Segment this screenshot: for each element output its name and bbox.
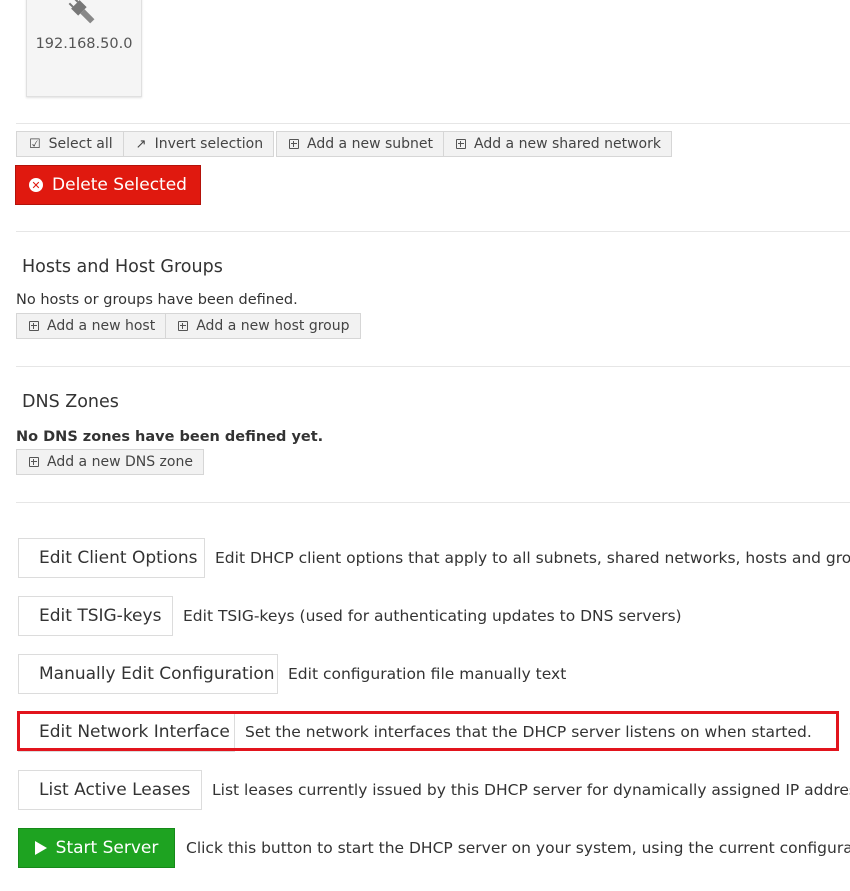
add-host-group-button[interactable]: Add a new host group bbox=[166, 313, 361, 339]
check-square-icon: ☑ bbox=[29, 136, 41, 152]
start-server-description: Click this button to start the DHCP serv… bbox=[186, 839, 850, 857]
play-icon bbox=[34, 841, 47, 855]
select-all-label: Select all bbox=[48, 136, 113, 152]
list-active-leases-label: List Active Leases bbox=[39, 780, 191, 800]
add-subnet-label: Add a new subnet bbox=[307, 136, 433, 152]
dns-empty-text: No DNS zones have been defined yet. bbox=[16, 429, 324, 445]
times-circle-icon: ✕ bbox=[29, 178, 44, 192]
add-host-label: Add a new host bbox=[47, 318, 156, 334]
edit-client-options-description: Edit DHCP client options that apply to a… bbox=[215, 549, 850, 567]
invert-selection-button[interactable]: ↗ Invert selection bbox=[123, 131, 275, 157]
edit-tsig-keys-button[interactable]: Edit TSIG-keys bbox=[18, 596, 173, 636]
list-active-leases-button[interactable]: List Active Leases bbox=[18, 770, 202, 810]
dns-add-group: Add a new DNS zone bbox=[16, 449, 204, 475]
invert-selection-label: Invert selection bbox=[154, 136, 264, 152]
plus-square-icon bbox=[29, 321, 39, 331]
plus-square-icon bbox=[29, 457, 39, 467]
plus-square-icon bbox=[456, 139, 466, 149]
hosts-empty-text: No hosts or groups have been defined. bbox=[16, 292, 298, 308]
subnet-address: 192.168.50.0 bbox=[35, 36, 133, 52]
dns-section-title: DNS Zones bbox=[22, 392, 119, 412]
edit-client-options-button[interactable]: Edit Client Options bbox=[18, 538, 205, 578]
subnet-add-group: Add a new subnet Add a new shared networ… bbox=[276, 131, 672, 157]
edit-tsig-keys-description: Edit TSIG-keys (used for authenticating … bbox=[183, 607, 682, 625]
add-host-button[interactable]: Add a new host bbox=[16, 313, 167, 339]
edit-client-options-label: Edit Client Options bbox=[39, 548, 198, 568]
manually-edit-configuration-label: Manually Edit Configuration bbox=[39, 664, 275, 684]
manually-edit-configuration-button[interactable]: Manually Edit Configuration bbox=[18, 654, 278, 694]
share-square-icon: ↗ bbox=[135, 136, 147, 152]
hosts-add-group: Add a new host Add a new host group bbox=[16, 313, 361, 339]
select-all-button[interactable]: ☑ Select all bbox=[16, 131, 124, 157]
add-dns-zone-label: Add a new DNS zone bbox=[47, 454, 193, 470]
add-host-group-label: Add a new host group bbox=[196, 318, 350, 334]
start-server-button[interactable]: Start Server bbox=[18, 828, 175, 868]
add-shared-network-button[interactable]: Add a new shared network bbox=[444, 131, 672, 157]
manually-edit-configuration-description: Edit configuration file manually text bbox=[288, 665, 567, 683]
subnet-tile[interactable]: 192.168.50.0 bbox=[26, 0, 142, 97]
network-cable-icon bbox=[68, 0, 95, 24]
delete-selected-label: Delete Selected bbox=[52, 175, 187, 195]
plus-square-icon bbox=[289, 139, 299, 149]
divider bbox=[16, 231, 850, 232]
add-shared-network-label: Add a new shared network bbox=[474, 136, 661, 152]
list-active-leases-description: List leases currently issued by this DHC… bbox=[212, 781, 850, 799]
subnet-select-group: ☑ Select all ↗ Invert selection bbox=[16, 131, 275, 157]
highlight-box bbox=[17, 711, 839, 751]
delete-selected-button[interactable]: ✕ Delete Selected bbox=[15, 165, 201, 205]
edit-tsig-keys-label: Edit TSIG-keys bbox=[39, 606, 162, 626]
start-server-label: Start Server bbox=[55, 838, 159, 858]
divider bbox=[16, 366, 850, 367]
plus-square-icon bbox=[178, 321, 189, 331]
hosts-section-title: Hosts and Host Groups bbox=[22, 257, 223, 277]
divider bbox=[16, 123, 850, 124]
add-dns-zone-button[interactable]: Add a new DNS zone bbox=[16, 449, 204, 475]
add-subnet-button[interactable]: Add a new subnet bbox=[276, 131, 444, 157]
divider bbox=[16, 502, 850, 503]
